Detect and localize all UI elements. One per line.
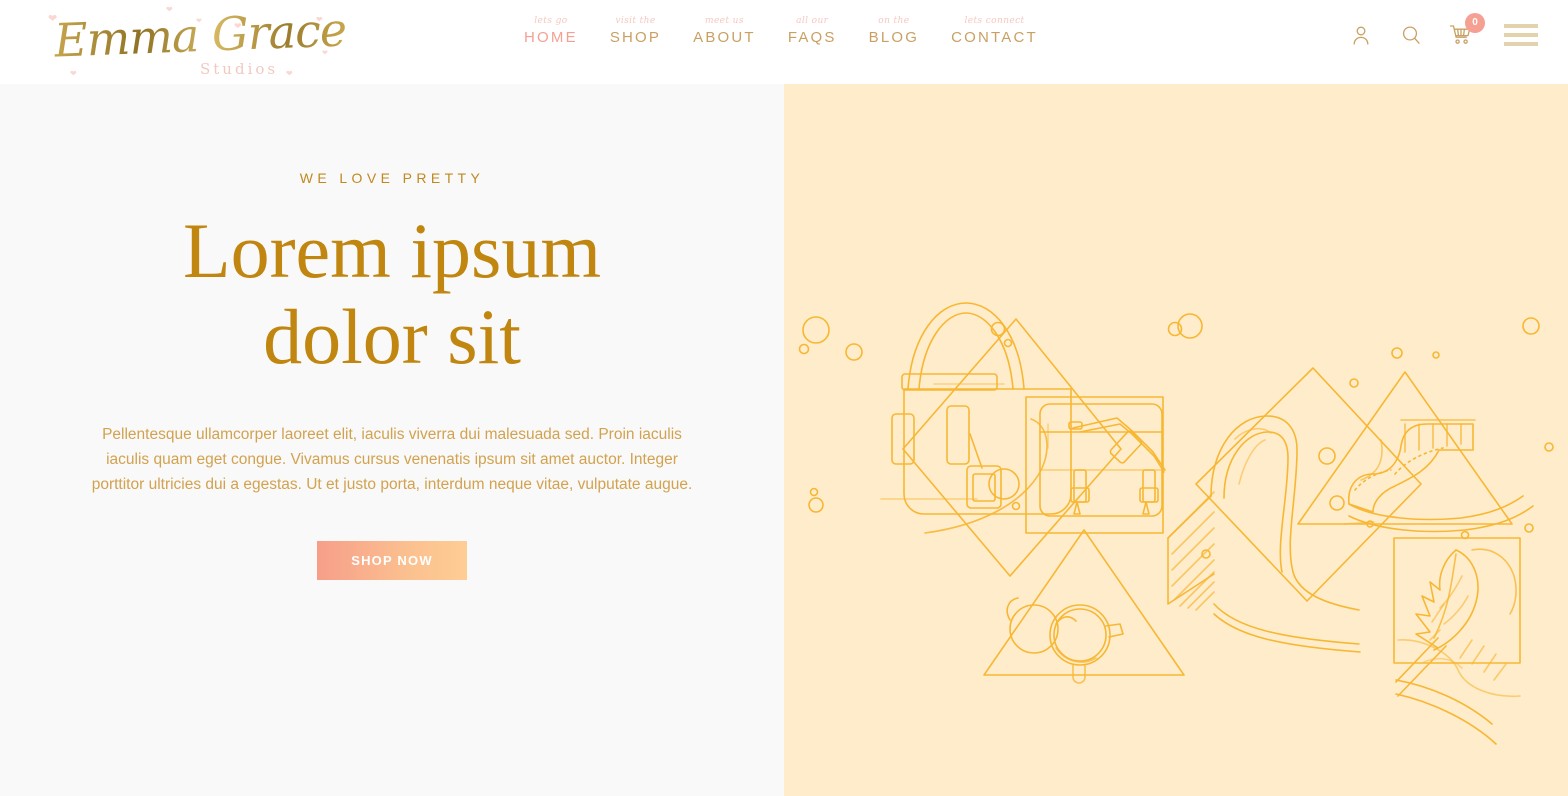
main-navigation: lets go HOME visit the SHOP meet us ABOU… (508, 16, 1054, 46)
nav-item-faqs[interactable]: all our FAQS (772, 16, 853, 46)
nav-item-pretext: meet us (705, 16, 744, 26)
nav-item-home[interactable]: lets go HOME (508, 16, 594, 46)
nav-item-pretext: lets go (534, 16, 568, 26)
hero-illustration-panel (784, 84, 1568, 796)
hamburger-line (1504, 33, 1538, 37)
nav-item-pretext: visit the (615, 16, 656, 26)
account-icon[interactable] (1348, 22, 1374, 48)
cart-count-badge: 0 (1465, 13, 1485, 33)
nav-item-about[interactable]: meet us ABOUT (677, 16, 772, 46)
hamburger-line (1504, 24, 1538, 28)
site-header: Emma Grace Studios ❤ ❤ ❤ ❤ ❤ ❤ ❤ ❤ lets … (0, 0, 1568, 84)
nav-item-pretext: all our (796, 16, 829, 26)
nav-item-contact[interactable]: lets connect CONTACT (935, 16, 1054, 46)
logo-subtitle-text: Studios (200, 60, 279, 78)
fashion-line-art-illustration (798, 302, 1554, 745)
nav-item-pretext: lets connect (964, 16, 1025, 26)
heart-icon: ❤ (286, 69, 293, 78)
cart-icon[interactable]: 0 (1448, 13, 1485, 48)
nav-item-label: CONTACT (951, 29, 1038, 46)
shop-now-button[interactable]: SHOP NOW (317, 541, 467, 580)
hamburger-line (1504, 42, 1538, 46)
nav-item-label: BLOG (868, 29, 920, 46)
nav-item-label: FAQS (787, 29, 837, 46)
hero-section: WE LOVE PRETTY Lorem ipsum dolor sit Pel… (0, 84, 1568, 796)
hero-paragraph: Pellentesque ullamcorper laoreet elit, i… (91, 426, 693, 493)
nav-item-label: SHOP (609, 29, 662, 46)
nav-item-label: HOME (524, 29, 578, 46)
logo-script-text: Emma Grace (53, 2, 347, 68)
hero-eyebrow: WE LOVE PRETTY (299, 170, 485, 186)
site-logo[interactable]: Emma Grace Studios ❤ ❤ ❤ ❤ ❤ ❤ ❤ ❤ (38, 2, 347, 84)
search-icon[interactable] (1398, 22, 1424, 48)
hero-text-panel: WE LOVE PRETTY Lorem ipsum dolor sit Pel… (0, 84, 784, 796)
nav-item-shop[interactable]: visit the SHOP (594, 16, 677, 46)
nav-item-blog[interactable]: on the BLOG (853, 16, 935, 46)
nav-item-label: ABOUT (693, 29, 756, 46)
page-title: Lorem ipsum dolor sit (182, 207, 602, 380)
nav-item-pretext: on the (878, 16, 910, 26)
hero-content: WE LOVE PRETTY Lorem ipsum dolor sit Pel… (0, 170, 784, 580)
hamburger-menu-icon[interactable] (1504, 24, 1538, 46)
header-icon-group: 0 (1348, 13, 1538, 48)
heart-icon: ❤ (70, 69, 77, 78)
